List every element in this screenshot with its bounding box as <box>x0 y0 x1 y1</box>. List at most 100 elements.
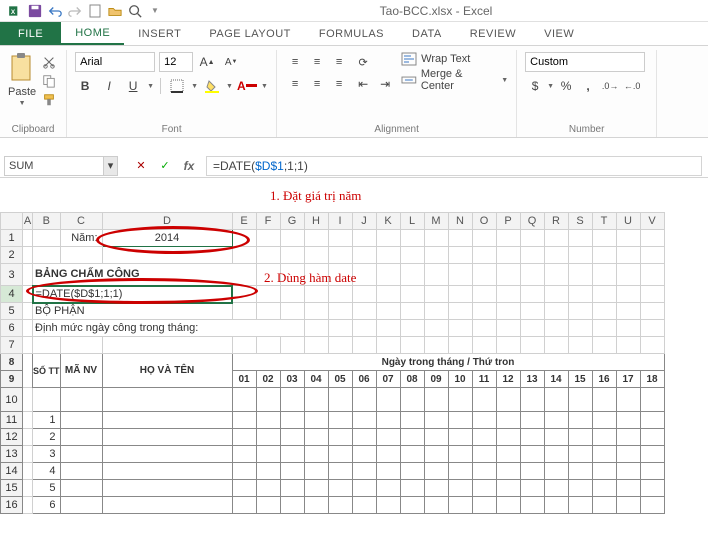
day-header[interactable]: 10 <box>448 371 472 388</box>
col-header[interactable]: B <box>33 213 61 230</box>
col-header[interactable]: G <box>280 213 304 230</box>
cell[interactable]: 4 <box>33 463 61 480</box>
col-header[interactable]: U <box>616 213 640 230</box>
day-header[interactable]: 11 <box>472 371 496 388</box>
hdr-manv[interactable]: MÃ NV <box>60 354 102 388</box>
row-header[interactable]: 5 <box>1 303 23 320</box>
day-header[interactable]: 14 <box>544 371 568 388</box>
format-painter-icon[interactable] <box>40 92 58 108</box>
cell[interactable]: 1 <box>33 412 61 429</box>
tab-data[interactable]: DATA <box>398 22 456 45</box>
align-left-icon[interactable]: ≡ <box>285 74 305 94</box>
row-header[interactable]: 16 <box>1 497 23 514</box>
col-header[interactable]: E <box>232 213 256 230</box>
number-format-select[interactable] <box>525 52 645 72</box>
paste-button[interactable]: Paste ▼ <box>8 52 36 107</box>
excel-icon[interactable]: X <box>6 2 24 20</box>
save-icon[interactable] <box>26 2 44 20</box>
fx-icon[interactable]: fx <box>178 156 200 176</box>
tab-formulas[interactable]: FORMULAS <box>305 22 398 45</box>
undo-icon[interactable] <box>46 2 64 20</box>
day-header[interactable]: 13 <box>520 371 544 388</box>
tab-review[interactable]: REVIEW <box>456 22 530 45</box>
day-header[interactable]: 06 <box>352 371 376 388</box>
col-header[interactable]: J <box>352 213 376 230</box>
decrease-font-icon[interactable]: A▼ <box>221 52 241 72</box>
col-header[interactable]: S <box>568 213 592 230</box>
col-header[interactable]: D <box>102 213 232 230</box>
enter-icon[interactable]: ✓ <box>154 156 176 176</box>
row-header[interactable]: 13 <box>1 446 23 463</box>
row-header[interactable]: 8 <box>1 354 23 371</box>
row-header[interactable]: 1 <box>1 230 23 247</box>
col-header[interactable]: F <box>256 213 280 230</box>
day-header[interactable]: 18 <box>640 371 664 388</box>
row-header[interactable]: 14 <box>1 463 23 480</box>
italic-button[interactable]: I <box>99 76 119 96</box>
decrease-decimal-icon[interactable]: ←.0 <box>622 76 642 96</box>
col-header[interactable]: L <box>400 213 424 230</box>
align-middle-icon[interactable]: ≡ <box>307 52 327 72</box>
cell[interactable]: 6 <box>33 497 61 514</box>
align-center-icon[interactable]: ≡ <box>307 74 327 94</box>
tab-insert[interactable]: INSERT <box>124 22 195 45</box>
namebox-dropdown-icon[interactable]: ▾ <box>104 156 118 176</box>
font-name-select[interactable] <box>75 52 155 72</box>
spreadsheet-grid[interactable]: 2. Dùng hàm date A B C D E F G H I J K L… <box>0 212 708 514</box>
col-header[interactable]: P <box>496 213 520 230</box>
row-header[interactable]: 10 <box>1 388 23 412</box>
col-header[interactable]: M <box>424 213 448 230</box>
col-header[interactable]: C <box>60 213 102 230</box>
cell[interactable]: 2 <box>33 429 61 446</box>
comma-format-icon[interactable]: , <box>578 76 598 96</box>
row-header[interactable]: 12 <box>1 429 23 446</box>
merge-center-button[interactable]: Merge & Center ▼ <box>401 68 508 92</box>
day-header[interactable]: 01 <box>232 371 256 388</box>
cell[interactable]: 3 <box>33 446 61 463</box>
select-all-corner[interactable] <box>1 213 23 230</box>
font-size-select[interactable] <box>159 52 193 72</box>
bold-button[interactable]: B <box>75 76 95 96</box>
hdr-stt[interactable]: SỐ TT <box>33 354 61 388</box>
tab-home[interactable]: HOME <box>61 22 124 45</box>
name-box[interactable]: SUM <box>4 156 104 176</box>
accounting-format-icon[interactable]: $ <box>525 76 545 96</box>
align-right-icon[interactable]: ≡ <box>329 74 349 94</box>
orientation-icon[interactable]: ⟳ <box>353 52 373 72</box>
day-header[interactable]: 03 <box>280 371 304 388</box>
cell-year[interactable]: 2014 <box>102 230 232 247</box>
formula-bar[interactable]: =DATE($D$1;1;1) <box>206 156 702 176</box>
tab-page-layout[interactable]: PAGE LAYOUT <box>195 22 305 45</box>
col-header[interactable]: I <box>328 213 352 230</box>
day-header[interactable]: 04 <box>304 371 328 388</box>
row-header[interactable]: 7 <box>1 337 23 354</box>
fill-color-button[interactable] <box>202 76 222 96</box>
percent-format-icon[interactable]: % <box>556 76 576 96</box>
row-header[interactable]: 2 <box>1 247 23 264</box>
border-button[interactable] <box>167 76 187 96</box>
cut-icon[interactable] <box>40 54 58 70</box>
row-header[interactable]: 15 <box>1 480 23 497</box>
redo-icon[interactable] <box>66 2 84 20</box>
day-header[interactable]: 08 <box>400 371 424 388</box>
copy-icon[interactable] <box>40 73 58 89</box>
underline-button[interactable]: U <box>123 76 143 96</box>
day-header[interactable]: 12 <box>496 371 520 388</box>
hdr-hoten[interactable]: HỌ VÀ TÊN <box>102 354 232 388</box>
day-header[interactable]: 07 <box>376 371 400 388</box>
align-top-icon[interactable]: ≡ <box>285 52 305 72</box>
day-header[interactable]: 15 <box>568 371 592 388</box>
row-header[interactable]: 9 <box>1 371 23 388</box>
cell[interactable]: Định mức ngày công trong tháng: <box>33 320 305 337</box>
tab-view[interactable]: VIEW <box>530 22 588 45</box>
col-header[interactable]: O <box>472 213 496 230</box>
col-header[interactable]: K <box>376 213 400 230</box>
row-header[interactable]: 3 <box>1 264 23 286</box>
active-cell[interactable]: =DATE($D$1;1;1) <box>33 286 233 303</box>
cell[interactable]: Năm: <box>60 230 102 247</box>
increase-font-icon[interactable]: A▲ <box>197 52 217 72</box>
qat-dropdown-icon[interactable]: ▼ <box>146 2 164 20</box>
day-header[interactable]: 17 <box>616 371 640 388</box>
cancel-icon[interactable]: ✕ <box>130 156 152 176</box>
align-bottom-icon[interactable]: ≡ <box>329 52 349 72</box>
